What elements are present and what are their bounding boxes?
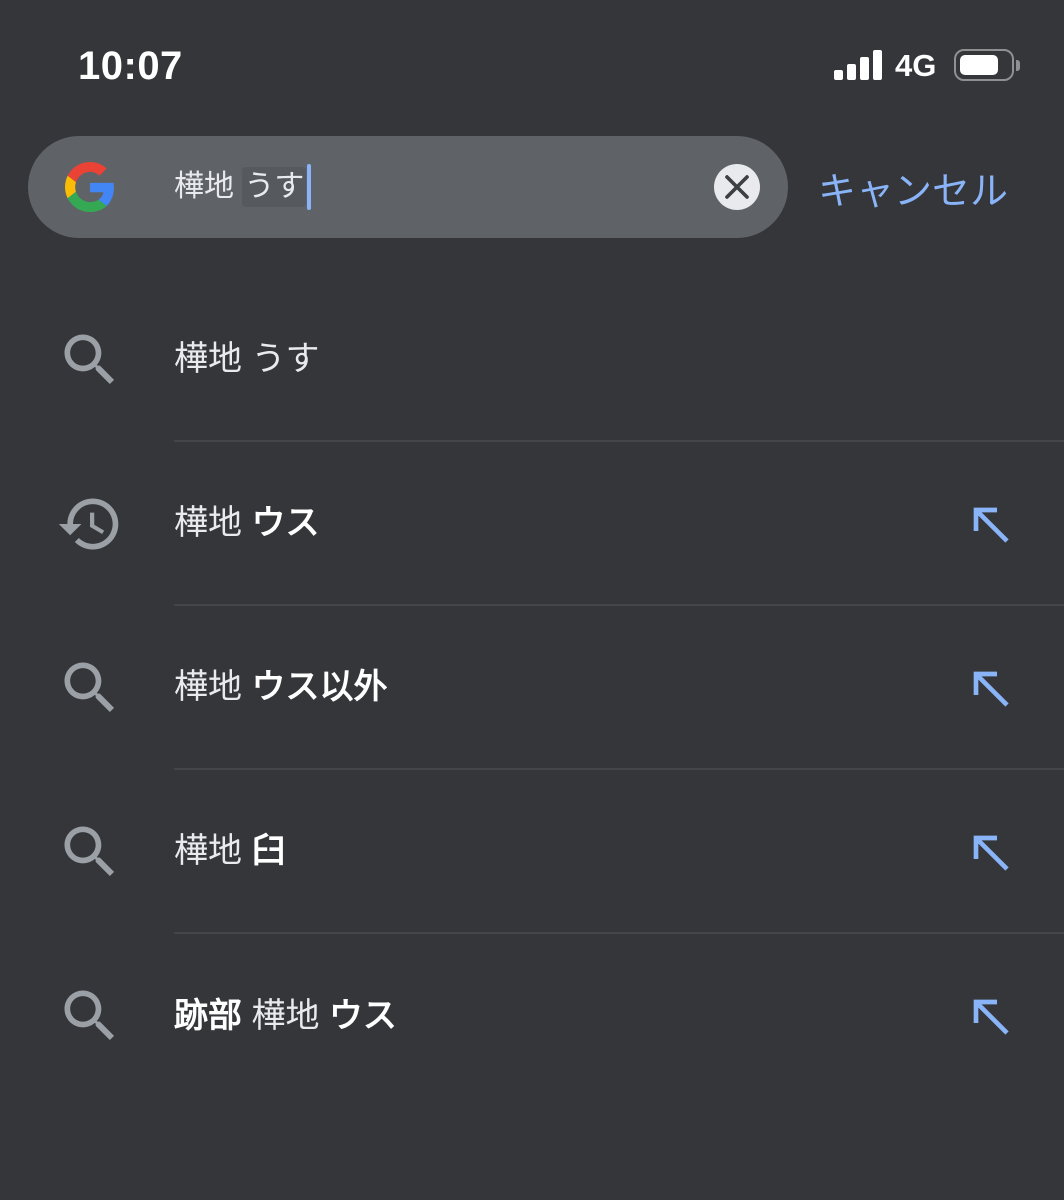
suggestion-label: 樺地 臼 [174, 829, 285, 873]
suggestion-text: 跡部 樺地 ウス [174, 934, 1064, 1098]
suggestion-text: 樺地 臼 [174, 770, 1064, 934]
suggestion-text: 樺地 ウス [174, 442, 1064, 606]
fill-query-button[interactable] [962, 824, 1018, 880]
clear-search-button[interactable] [714, 164, 760, 210]
search-query: 樺地 うす [174, 164, 312, 211]
search-icon [64, 990, 115, 1041]
status-bar: 10:07 4G [0, 0, 1064, 110]
text-cursor [307, 164, 312, 211]
suggestion-segment-bold: ウス [328, 997, 397, 1035]
cancel-button[interactable]: キャンセル [818, 136, 1008, 238]
google-g-logo-icon [65, 162, 115, 212]
suggestion-segment-bold: ウス以外 [251, 668, 388, 706]
google-search-screen: 10:07 4G 樺地 うす キャンセル 樺地 うす 樺地 ウス 樺地 ウス以外… [0, 0, 1064, 1200]
history-icon [58, 498, 119, 550]
suggestion-item[interactable]: 跡部 樺地 ウス [0, 934, 1064, 1098]
signal-bar [834, 70, 843, 80]
suggestion-segment: 樺地 [242, 997, 329, 1035]
suggestion-text: 樺地 うす [174, 278, 1064, 442]
suggestion-list: 樺地 うす 樺地 ウス 樺地 ウス以外 樺地 臼 跡部 樺地 ウス [0, 278, 1064, 1098]
suggestion-segment-bold: ウス [251, 504, 320, 542]
signal-bar [873, 50, 882, 80]
battery-terminal [1016, 60, 1020, 71]
suggestion-segment: 樺地 [174, 832, 252, 870]
search-icon [56, 654, 124, 722]
network-type-label: 4G [895, 48, 937, 83]
suggestion-segment-bold: 臼 [251, 832, 286, 870]
suggestion-label: 樺地 ウス [174, 501, 319, 545]
google-g-logo-icon [65, 162, 114, 212]
suggestion-segment: 樺地 [174, 504, 252, 542]
search-icon [56, 326, 124, 394]
search-icon [56, 982, 124, 1050]
fill-query-button[interactable] [962, 496, 1018, 552]
search-query-composing: うす [242, 167, 307, 208]
north-west-arrow-icon [973, 507, 1009, 543]
north-west-arrow-icon [973, 999, 1009, 1035]
north-west-arrow-icon [973, 835, 1009, 871]
cellular-signal-icon [834, 50, 882, 80]
fill-query-button[interactable] [962, 988, 1018, 1044]
suggestion-label: 樺地 うす [174, 337, 319, 381]
search-input[interactable]: 樺地 うす [174, 136, 668, 238]
search-icon [64, 334, 115, 385]
suggestion-segment: 樺地 うす [174, 340, 320, 378]
battery-icon [954, 49, 1022, 81]
north-west-arrow-icon [973, 671, 1009, 707]
suggestion-segment-bold: 跡部 [174, 997, 242, 1035]
search-bar[interactable]: 樺地 うす [28, 136, 788, 238]
search-icon [64, 826, 115, 877]
history-icon [56, 490, 124, 558]
fill-query-button[interactable] [962, 660, 1018, 716]
status-time: 10:07 [78, 44, 183, 88]
suggestion-label: 樺地 ウス以外 [174, 665, 387, 709]
suggestion-item[interactable]: 樺地 臼 [0, 770, 1064, 934]
close-icon [725, 175, 749, 199]
battery-fill [960, 55, 999, 75]
suggestion-item[interactable]: 樺地 うす [0, 278, 1064, 442]
battery-body [954, 49, 1014, 81]
suggestion-segment: 樺地 [174, 668, 252, 706]
suggestion-text: 樺地 ウス以外 [174, 606, 1064, 770]
search-query-committed: 樺地 [174, 170, 243, 204]
search-icon [56, 818, 124, 886]
signal-bar [847, 64, 856, 80]
signal-bar [860, 57, 869, 80]
suggestion-item[interactable]: 樺地 ウス以外 [0, 606, 1064, 770]
search-icon [64, 662, 115, 713]
suggestion-item[interactable]: 樺地 ウス [0, 442, 1064, 606]
suggestion-label: 跡部 樺地 ウス [174, 994, 397, 1038]
